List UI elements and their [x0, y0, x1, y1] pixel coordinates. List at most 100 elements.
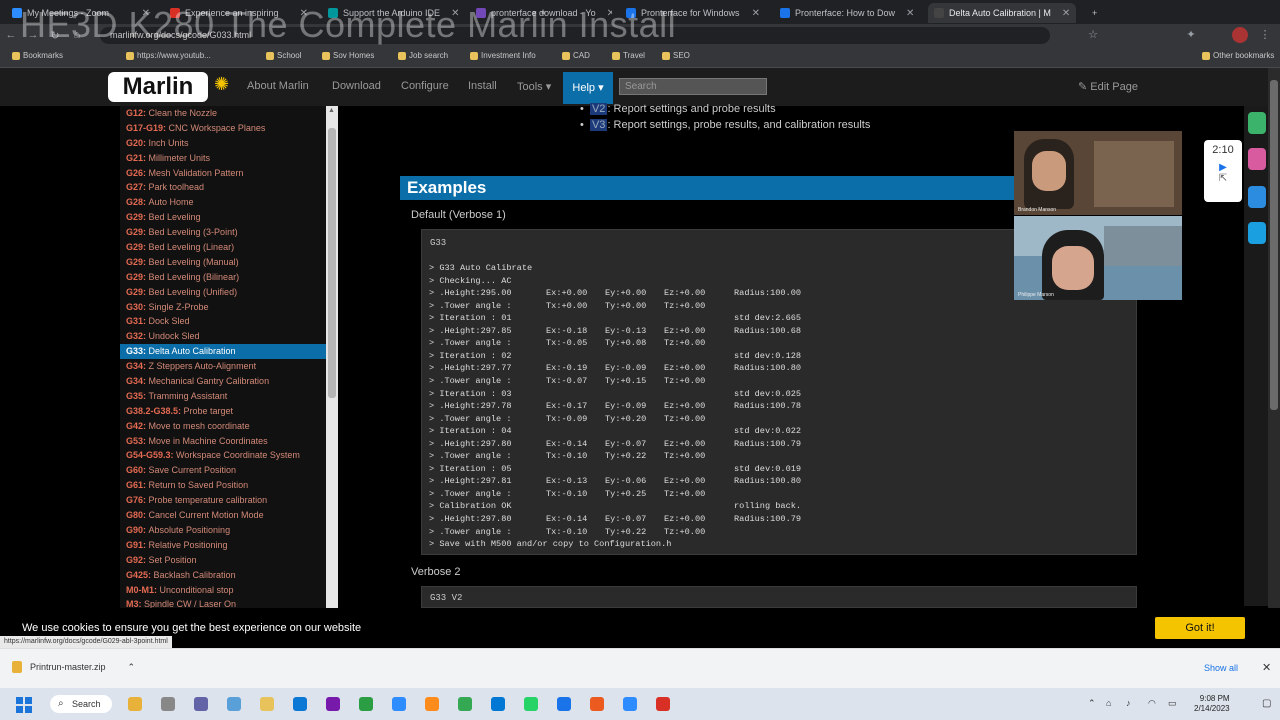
address-bar[interactable]: marlinfw.org/docs/gcode/G033.html	[100, 27, 1050, 44]
bookmark-item[interactable]: CAD	[562, 51, 590, 60]
sidebar-item[interactable]: G29: Bed Leveling	[120, 210, 326, 225]
bookmark-item[interactable]: SEO	[662, 51, 690, 60]
edit-page-link[interactable]: ✎ Edit Page	[1078, 80, 1138, 93]
volume-icon[interactable]: ♪	[1126, 698, 1131, 708]
nav-help[interactable]: Help ▾	[563, 72, 613, 104]
sidebar-item[interactable]: G34: Z Steppers Auto-Alignment	[120, 359, 326, 374]
forward-icon[interactable]: →	[22, 29, 44, 41]
folder-icon[interactable]	[260, 697, 274, 711]
bookmark-item[interactable]: School	[266, 51, 301, 60]
page-scroll-thumb[interactable]	[1270, 80, 1278, 410]
browser-tab[interactable]: pronterface download - Yo ✕	[470, 3, 612, 23]
onenote-icon[interactable]	[326, 697, 340, 711]
whatsapp-icon[interactable]	[524, 697, 538, 711]
sidebar-item[interactable]: G21: Millimeter Units	[120, 151, 326, 166]
nav-item[interactable]: Install	[468, 80, 497, 92]
windows-start-icon[interactable]	[16, 697, 32, 713]
sidebar-item[interactable]: G29: Bed Leveling (Linear)	[120, 240, 326, 255]
app-icon[interactable]	[557, 697, 571, 711]
sidebar-item[interactable]: G29: Bed Leveling (Bilinear)	[120, 270, 326, 285]
sidebar-item[interactable]: G54-G59.3: Workspace Coordinate System	[120, 448, 326, 463]
image-viewer-icon[interactable]	[227, 697, 241, 711]
sidebar-item[interactable]: M0-M1: Unconditional stop	[120, 583, 326, 598]
sidebar-item[interactable]: G30: Single Z-Probe	[120, 300, 326, 315]
sidebar-item[interactable]: G26: Mesh Validation Pattern	[120, 166, 326, 181]
wifi-icon[interactable]: ◠	[1148, 698, 1156, 709]
marlin-logo[interactable]: Marlin	[108, 72, 208, 102]
sidebar-item[interactable]: G27: Park toolhead	[120, 180, 326, 195]
download-item[interactable]: Printrun-master.zip ⌃	[12, 661, 135, 673]
browser-tab[interactable]: Experience an inspiring ✕	[164, 3, 314, 23]
browser-tab[interactable]: Pronterface: How to Dow ✕	[774, 3, 920, 23]
nav-item[interactable]: About Marlin	[247, 80, 309, 92]
sidebar-item[interactable]: G20: Inch Units	[120, 136, 326, 151]
sidebar-item[interactable]: G12: Clean the Nozzle	[120, 106, 326, 121]
app-icon[interactable]	[359, 697, 373, 711]
browser-tab[interactable]: My Meetings - Zoom ✕	[6, 3, 156, 23]
taskbar-search[interactable]: ⌕ Search	[50, 695, 112, 713]
sidebar-item[interactable]: G29: Bed Leveling (Unified)	[120, 285, 326, 300]
notification-icon[interactable]: ▢	[1262, 698, 1271, 709]
sidebar-item[interactable]: G32: Undock Sled	[120, 329, 326, 344]
browser-tab[interactable]: Pronterface for Windows ✕	[620, 3, 766, 23]
bookmark-star-icon[interactable]: ☆	[1082, 28, 1104, 41]
battery-icon[interactable]: ▭	[1168, 698, 1177, 709]
scroll-up-icon[interactable]: ▲	[328, 107, 335, 114]
bookmark-item[interactable]: Other bookmarks	[1202, 51, 1274, 60]
profile-avatar[interactable]	[1232, 27, 1248, 43]
tab-close-icon[interactable]: ✕	[1056, 8, 1070, 19]
sidebar-item[interactable]: G76: Probe temperature calibration	[120, 493, 326, 508]
menu-icon[interactable]: ⋮	[1254, 28, 1276, 41]
sidebar-item[interactable]: G42: Move to mesh coordinate	[120, 419, 326, 434]
bookmark-item[interactable]: Sov Homes	[322, 51, 374, 60]
tab-close-icon[interactable]: ✕	[746, 8, 760, 19]
download-icon[interactable]	[1248, 186, 1266, 208]
store-icon[interactable]	[392, 697, 406, 711]
sidebar-item[interactable]: G29: Bed Leveling (3-Point)	[120, 225, 326, 240]
sidebar-item[interactable]: G38.2-G38.5: Probe target	[120, 404, 326, 419]
bookmark-item[interactable]: Bookmarks	[12, 51, 63, 60]
zoom-icon[interactable]	[623, 697, 637, 711]
nav-item[interactable]: Configure	[401, 80, 449, 92]
sidebar-item[interactable]: G80: Cancel Current Motion Mode	[120, 508, 326, 523]
people-icon[interactable]	[1248, 148, 1266, 170]
tab-close-icon[interactable]: ✕	[601, 8, 612, 19]
sidebar-item[interactable]: G91: Relative Positioning	[120, 538, 326, 553]
tab-close-icon[interactable]: ✕	[900, 8, 914, 19]
sidebar-item[interactable]: G33: Delta Auto Calibration	[120, 344, 326, 360]
sidebar-item[interactable]: G425: Backlash Calibration	[120, 568, 326, 583]
bookmark-item[interactable]: https://www.youtub...	[126, 51, 211, 60]
teams-icon[interactable]	[194, 697, 208, 711]
sidebar-item[interactable]: G60: Save Current Position	[120, 463, 326, 478]
tab-close-icon[interactable]: ✕	[136, 8, 150, 19]
chevron-up-icon[interactable]: ⌃	[128, 662, 136, 673]
sidebar-item[interactable]: G92: Set Position	[120, 553, 326, 568]
nav-item[interactable]: Download	[332, 80, 381, 92]
sidebar-item[interactable]: G17-G19: CNC Workspace Planes	[120, 121, 326, 136]
office-icon[interactable]	[590, 697, 604, 711]
tab-close-icon[interactable]: ✕	[294, 8, 308, 19]
launcher-icon[interactable]	[293, 697, 307, 711]
popout-icon[interactable]: ⇱	[1204, 173, 1242, 184]
sidebar-item[interactable]: G28: Auto Home	[120, 195, 326, 210]
tray-overflow-icon[interactable]: ⌃	[1088, 698, 1096, 709]
settings-icon[interactable]	[425, 697, 439, 711]
chrome-icon[interactable]	[458, 697, 472, 711]
recorder-icon[interactable]	[656, 697, 670, 711]
sidebar-item[interactable]: G90: Absolute Positioning	[120, 523, 326, 538]
file-explorer-icon[interactable]	[128, 697, 142, 711]
recording-timer[interactable]: 2:10 ▶ ⇱	[1204, 140, 1242, 202]
chat-icon[interactable]	[1248, 222, 1266, 244]
got-it-button[interactable]: Got it!	[1155, 617, 1245, 639]
extensions-icon[interactable]: ✦	[1180, 28, 1202, 41]
taskbar-clock[interactable]: 9:08 PM 2/14/2023	[1194, 694, 1230, 714]
bookmark-item[interactable]: Job search	[398, 51, 448, 60]
sidebar-item[interactable]: G61: Return to Saved Position	[120, 478, 326, 493]
bookmark-item[interactable]: Travel	[612, 51, 645, 60]
sidebar-item[interactable]: M3: Spindle CW / Laser On	[120, 597, 326, 608]
show-all-button[interactable]: Show all	[1204, 663, 1238, 673]
widgets-icon[interactable]	[161, 697, 175, 711]
reload-icon[interactable]: ↻	[44, 29, 66, 42]
panel-icon[interactable]	[1248, 112, 1266, 134]
sidebar-item[interactable]: G35: Tramming Assistant	[120, 389, 326, 404]
